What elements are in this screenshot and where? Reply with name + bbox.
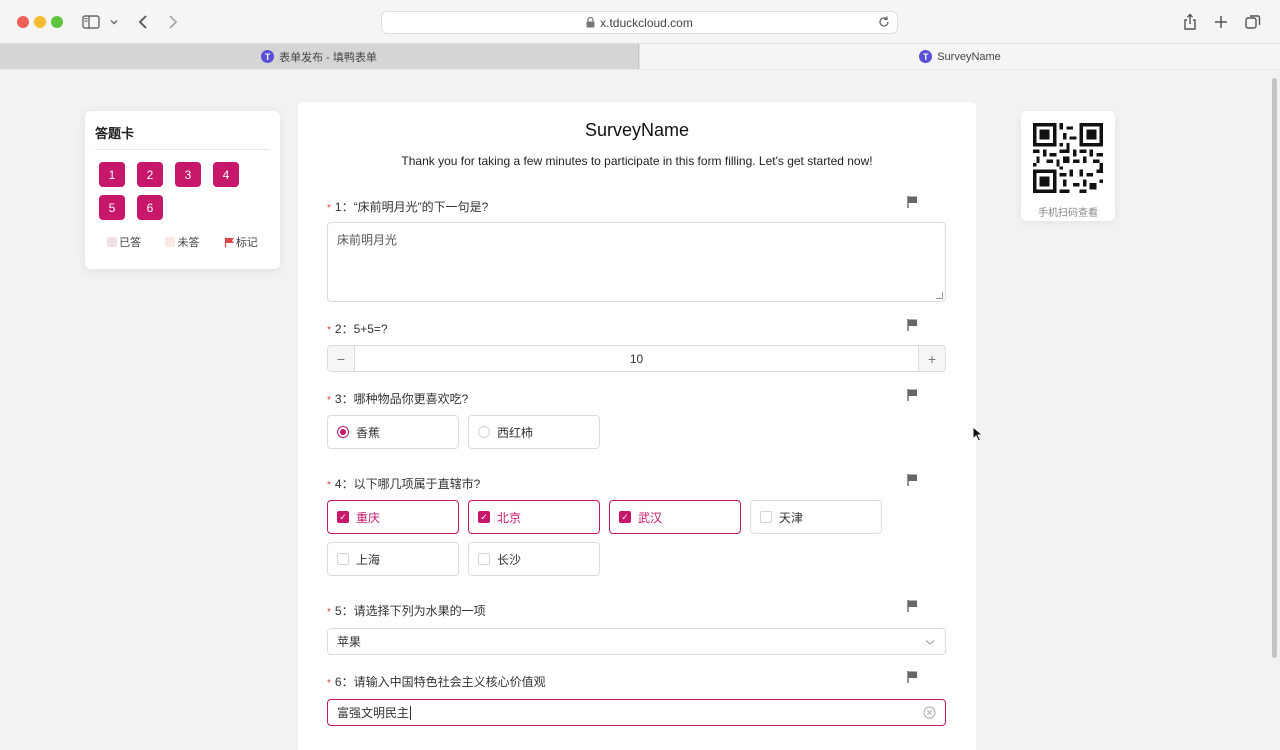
back-icon[interactable] [137,12,149,32]
checkbox-icon[interactable] [760,511,772,523]
red-flag-icon [224,237,234,247]
checkbox-checked-icon[interactable]: ✓ [478,511,490,523]
reload-icon[interactable] [877,15,891,32]
checkbox-checked-icon[interactable]: ✓ [337,511,349,523]
input-value: 富强文明民主 [337,706,410,720]
minimize-window-button[interactable] [34,16,46,28]
flag-icon[interactable] [906,318,920,332]
question-nav-1[interactable]: 1 [99,162,125,187]
checkbox-option-chongqing[interactable]: ✓ 重庆 [327,500,459,534]
qr-code-panel: 手机扫码查看 [1021,111,1115,221]
tab-label: 表单发布 - 填鸭表单 [279,51,377,64]
question-1-textarea[interactable]: 床前明月光 [327,222,946,302]
question-4-label: * 4：以下哪几项属于直辖市? [327,477,481,491]
stepper-value[interactable]: 10 [355,352,918,366]
tab-survey[interactable]: T SurveyName [640,44,1280,69]
close-window-button[interactable] [17,16,29,28]
checkbox-option-shanghai[interactable]: 上海 [327,542,459,576]
flag-icon[interactable] [906,388,920,402]
checkbox-option-beijing[interactable]: ✓ 北京 [468,500,600,534]
tab-form-publish[interactable]: T 表单发布 - 填鸭表单 [0,44,639,69]
checkbox-icon[interactable] [337,553,349,565]
share-icon[interactable] [1183,12,1197,32]
question-5-label: * 5：请选择下列为水果的一项 [327,604,486,618]
question-nav-2[interactable]: 2 [137,162,163,187]
text-caret [410,705,412,720]
tduck-logo-icon: T [261,50,275,63]
forward-icon[interactable] [167,12,179,32]
question-5-select[interactable]: 苹果 [327,628,946,655]
question-nav-4[interactable]: 4 [213,162,239,187]
chevron-down-icon[interactable] [924,636,936,648]
radio-option-tomato[interactable]: 西红柿 [468,415,600,449]
form-title: SurveyName [584,120,690,140]
tab-label: SurveyName [937,50,1001,63]
flag-icon[interactable] [906,195,920,209]
question-3-label: * 3：哪种物品你更喜欢吃? [327,392,469,406]
url-text: x.tduckcloud.com [600,15,693,30]
answer-card-legend: 已答 未答 标记 [95,234,270,250]
radio-icon[interactable] [478,426,490,438]
legend-marked: 标记 [224,234,258,250]
checkbox-option-changsha[interactable]: 长沙 [468,542,600,576]
tab-bar: T 表单发布 - 填鸭表单 T SurveyName [0,44,1280,69]
select-value: 苹果 [337,635,362,649]
question-nav-6[interactable]: 6 [137,195,163,220]
form-description: Thank you for taking a few minutes to pa… [401,154,873,168]
radio-selected-icon[interactable] [337,426,349,438]
checkbox-icon[interactable] [478,553,490,565]
decrement-button[interactable]: − [328,346,355,371]
flag-icon[interactable] [906,670,920,684]
page-scrollbar[interactable] [1272,78,1277,658]
legend-unanswered: 未答 [165,234,199,250]
flag-icon[interactable] [906,473,920,487]
clear-icon[interactable] [923,706,936,719]
page-content: 答题卡 1 2 3 4 5 6 已答 未答 标记 SurveyName Than… [0,70,1280,750]
survey-form: SurveyName Thank you for taking a few mi… [298,102,976,750]
lock-icon [586,17,595,28]
question-number-grid: 1 2 3 4 5 6 [95,162,270,228]
browser-titlebar: x.tduckcloud.com [0,0,1280,44]
mouse-cursor-icon [972,426,984,442]
zoom-window-button[interactable] [51,16,63,28]
new-tab-icon[interactable] [1214,12,1228,32]
question-1-label: * 1：“床前明月光”的下一句是? [327,200,489,214]
question-2-number-stepper: − 10 + [327,345,946,372]
checkbox-option-wuhan[interactable]: ✓ 武汉 [609,500,741,534]
answer-card: 答题卡 1 2 3 4 5 6 已答 未答 标记 [85,111,280,269]
resize-handle-icon[interactable] [936,292,943,299]
qr-code-icon[interactable] [1033,123,1103,193]
address-bar[interactable]: x.tduckcloud.com [381,11,898,34]
question-6-label: * 6：请输入中国特色社会主义核心价值观 [327,675,546,689]
flag-icon[interactable] [906,599,920,613]
tduck-logo-icon: T [919,50,933,63]
checkbox-option-tianjin[interactable]: 天津 [750,500,882,534]
answer-card-title: 答题卡 [95,123,270,150]
legend-answered: 已答 [107,234,141,250]
increment-button[interactable]: + [918,346,945,371]
chevron-down-icon[interactable] [109,12,119,32]
tab-overview-icon[interactable] [1245,12,1261,32]
question-6-text-input[interactable]: 富强文明民主 [327,699,946,726]
sidebar-toggle-icon[interactable] [82,12,100,32]
question-2-label: * 2：5+5=? [327,322,388,336]
question-nav-3[interactable]: 3 [175,162,201,187]
checkbox-checked-icon[interactable]: ✓ [619,511,631,523]
radio-option-banana[interactable]: 香蕉 [327,415,459,449]
qr-caption: 手机扫码查看 [1038,208,1098,219]
question-nav-5[interactable]: 5 [99,195,125,220]
